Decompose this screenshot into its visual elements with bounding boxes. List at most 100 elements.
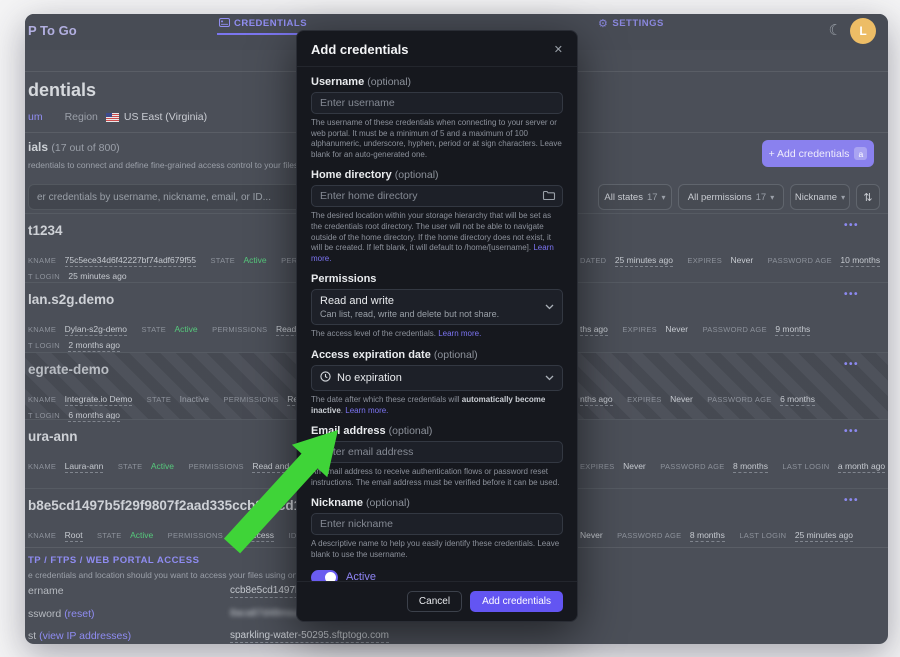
password-age-label: PASSWORD AGE [707, 395, 771, 404]
state-label: STATE [118, 462, 143, 471]
credential-title: t1234 [28, 223, 63, 238]
sort-by-nickname[interactable]: Nickname ▾ [790, 184, 850, 210]
credential-meta-right: ths ago EXPIRES Never PASSWORD AGE 9 mon… [580, 319, 820, 337]
nickname-label: KNAME [28, 256, 56, 265]
password-age-value[interactable]: 10 months [840, 255, 880, 267]
tab-settings[interactable]: ⚙ SETTINGS [598, 14, 664, 33]
optional-tag: (optional) [434, 349, 478, 361]
optional-tag: (optional) [389, 425, 433, 437]
updated-value[interactable]: 25 minutes ago [615, 255, 673, 267]
sort-direction-icon: ⇅ [863, 191, 872, 204]
credential-title: ura-ann [28, 429, 78, 444]
filter-all-permissions[interactable]: All permissions 17 ▾ [678, 184, 784, 210]
password-label-text: ssword [28, 608, 61, 620]
nickname-label: KNAME [28, 325, 56, 334]
nickname-value[interactable]: Root [65, 530, 83, 542]
list-count: (17 out of 800) [51, 142, 119, 154]
row-menu-button[interactable]: ••• [844, 426, 859, 437]
access-section-heading: TP / FTPS / WEB PORTAL ACCESS [28, 555, 199, 566]
expiration-select[interactable]: No expiration [311, 365, 563, 391]
password-age-label: PASSWORD AGE [617, 531, 681, 540]
permissions-label: PERMISSIONS [188, 462, 243, 471]
permissions-help-text: The access level of the credentials. [311, 329, 436, 338]
folder-icon[interactable] [542, 189, 556, 202]
sort-direction-button[interactable]: ⇅ [856, 184, 880, 210]
credential-meta-right: DATED 25 minutes ago EXPIRES Never PASSW… [580, 250, 888, 268]
password-reset-link[interactable]: (reset) [64, 608, 94, 620]
nickname-label: KNAME [28, 395, 56, 404]
home-directory-help-text: The desired location within your storage… [311, 211, 551, 252]
expires-value: Never [580, 530, 603, 540]
updated-value[interactable]: nths ago [580, 394, 613, 406]
list-title-fragment: ials [28, 140, 48, 154]
state-label: STATE [210, 256, 235, 265]
permissions-select[interactable]: Read and write Can list, read, write and… [311, 289, 563, 325]
nickname-input[interactable] [311, 513, 563, 535]
dark-mode-toggle-icon[interactable]: ☾ [829, 21, 842, 39]
row-menu-button[interactable]: ••• [844, 495, 859, 506]
username-field-label: Username (optional) [311, 76, 563, 88]
access-section-description: e credentials and location should you wa… [28, 570, 332, 580]
nickname-section: Nickname (optional) A descriptive name t… [311, 497, 563, 560]
permissions-label: PERMISSIONS [212, 325, 267, 334]
last-login-label: T LOGIN [28, 341, 60, 350]
username-label-text: ername [28, 585, 64, 597]
last-login-value[interactable]: 25 minutes ago [795, 530, 853, 542]
expires-value: Never [730, 255, 753, 265]
region-value: US East (Virginia) [124, 111, 207, 123]
row-menu-button[interactable]: ••• [844, 289, 859, 300]
password-age-value[interactable]: 8 months [733, 461, 768, 473]
access-host-value[interactable]: sparkling-water-50295.sftptogo.com [230, 630, 389, 643]
optional-tag: (optional) [395, 169, 439, 181]
learn-more-link[interactable]: Learn more. [438, 329, 481, 338]
permissions-value[interactable]: Full access [232, 530, 275, 542]
close-icon[interactable]: ✕ [554, 43, 563, 56]
submit-add-credentials-button[interactable]: Add credentials [470, 591, 563, 612]
avatar[interactable]: L [850, 18, 876, 44]
password-age-label: PASSWORD AGE [703, 325, 767, 334]
password-age-label: PASSWORD AGE [660, 462, 724, 471]
chevron-down-icon: ▾ [841, 193, 845, 202]
row-menu-button[interactable]: ••• [844, 220, 859, 231]
expires-value: Never [623, 461, 646, 471]
state-value: Inactive [180, 394, 209, 404]
chevron-down-icon: ▾ [662, 193, 666, 202]
home-directory-input[interactable] [311, 185, 563, 207]
screenshot-stage: P To Go ☾ L CREDENTIALS ⚙ SETTINGS denti… [0, 0, 900, 657]
expiration-help-suffix: . [341, 406, 343, 415]
password-age-value[interactable]: 6 months [780, 394, 815, 406]
last-login-value[interactable]: a month ago [838, 461, 885, 473]
active-toggle[interactable] [311, 570, 338, 582]
filter-all-permissions-count: 17 [756, 192, 767, 203]
credentials-card-icon [219, 18, 230, 30]
add-credentials-button-label: + Add credentials [769, 148, 850, 160]
row-menu-button[interactable]: ••• [844, 359, 859, 370]
view-ip-addresses-link[interactable]: (view IP addresses) [39, 630, 131, 642]
tab-credentials-label: CREDENTIALS [234, 18, 307, 29]
password-age-value[interactable]: 9 months [775, 324, 810, 336]
sort-by-label: Nickname [795, 192, 837, 203]
host-label-text: st [28, 630, 36, 642]
gear-icon: ⚙ [598, 17, 608, 30]
filter-all-states-label: All states [604, 192, 643, 203]
last-login-value[interactable]: 2 months ago [68, 340, 120, 352]
cancel-button[interactable]: Cancel [407, 591, 462, 612]
plan-link-fragment[interactable]: um [28, 111, 43, 123]
home-directory-section: Home directory (optional) The desired lo… [311, 169, 563, 264]
email-input[interactable] [311, 441, 563, 463]
page-title: dentials [28, 80, 96, 101]
clock-icon [320, 369, 331, 387]
expires-value: Never [665, 324, 688, 334]
filter-all-states[interactable]: All states 17 ▾ [598, 184, 672, 210]
optional-tag: (optional) [366, 497, 410, 509]
nickname-value[interactable]: Laura-ann [65, 461, 104, 473]
updated-value[interactable]: ths ago [580, 324, 608, 336]
add-credentials-button[interactable]: + Add credentials a [762, 140, 874, 167]
username-input[interactable] [311, 92, 563, 114]
nickname-label: KNAME [28, 531, 56, 540]
credential-meta-right: EXPIRES Never PASSWORD AGE 8 months LAST… [580, 456, 888, 474]
expiration-help-prefix: The date after which these credentials w… [311, 395, 462, 404]
learn-more-link[interactable]: Learn more. [345, 406, 388, 415]
password-age-value[interactable]: 8 months [690, 530, 725, 542]
state-value: Active [174, 324, 197, 334]
